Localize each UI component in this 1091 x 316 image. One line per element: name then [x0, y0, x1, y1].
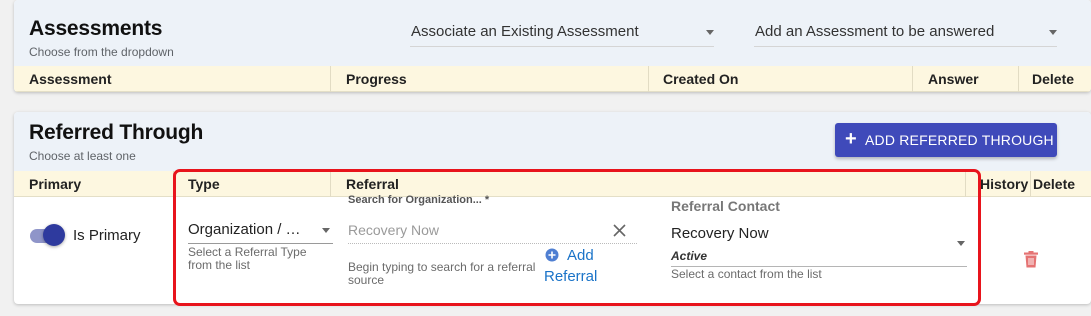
search-organization-label: Search for Organization... *	[348, 194, 490, 206]
toggle-knob	[43, 224, 65, 246]
column-divider	[912, 66, 913, 92]
assessments-subtitle: Choose from the dropdown	[29, 45, 174, 59]
search-underline	[348, 243, 637, 244]
assessments-card: Assessments Choose from the dropdown Ass…	[14, 0, 1091, 92]
column-divider	[330, 171, 331, 197]
organization-search-helper: Begin typing to search for a referral so…	[348, 260, 536, 287]
plus-icon: +	[845, 128, 857, 150]
referred-table-header: Primary Type Referral History Delete	[14, 171, 1091, 197]
column-divider	[1030, 171, 1031, 197]
referral-contact-value: Recovery Now	[671, 225, 769, 242]
col-delete: Delete	[1032, 71, 1075, 87]
referred-through-header: Referred Through Choose at least one + A…	[14, 112, 1091, 172]
add-circle-icon	[545, 248, 559, 262]
is-primary-label: Is Primary	[73, 227, 141, 244]
add-assessment-select[interactable]: Add an Assessment to be answered	[754, 17, 1057, 47]
assessments-table-header: Assessment Progress Created On Answer De…	[14, 66, 1091, 92]
chevron-down-icon	[706, 30, 714, 35]
col-delete: Delete	[1033, 176, 1076, 192]
col-type: Type	[188, 176, 220, 192]
chevron-down-icon	[322, 228, 330, 233]
col-primary: Primary	[29, 176, 82, 192]
column-divider	[965, 171, 966, 197]
referred-through-title: Referred Through	[29, 121, 204, 144]
add-referral-label-1: Add	[567, 247, 594, 264]
organization-search-value: Recovery Now	[348, 222, 440, 238]
add-referral-label-2: Referral	[544, 268, 598, 285]
column-divider	[648, 66, 649, 92]
referral-type-value: Organization / …	[188, 221, 301, 238]
add-referred-through-label: ADD REFERRED THROUGH	[865, 132, 1054, 148]
column-divider	[1018, 66, 1019, 92]
add-assessment-value: Add an Assessment to be answered	[755, 23, 995, 40]
associate-assessment-select[interactable]: Associate an Existing Assessment	[410, 17, 714, 47]
referral-contact-status: Active	[671, 249, 708, 263]
referred-through-subtitle: Choose at least one	[29, 149, 136, 163]
associate-assessment-value: Associate an Existing Assessment	[411, 23, 639, 40]
referral-contact-label: Referral Contact	[671, 198, 780, 214]
assessments-header: Assessments Choose from the dropdown Ass…	[14, 0, 1091, 66]
col-created-on: Created On	[663, 71, 739, 87]
chevron-down-icon	[957, 241, 965, 246]
col-assessment: Assessment	[29, 71, 112, 87]
col-answer: Answer	[928, 71, 979, 87]
close-icon[interactable]	[613, 224, 626, 237]
referral-type-helper: Select a Referral Type from the list	[188, 245, 307, 272]
chevron-down-icon	[1049, 30, 1057, 35]
add-referred-through-button[interactable]: + ADD REFERRED THROUGH	[835, 123, 1057, 157]
type-underline	[188, 243, 333, 244]
column-divider	[173, 171, 174, 197]
trash-icon[interactable]	[1024, 251, 1038, 268]
column-divider	[330, 66, 331, 92]
referral-contact-helper: Select a contact from the list	[671, 267, 822, 281]
col-history: History	[980, 176, 1029, 192]
col-progress: Progress	[346, 71, 407, 87]
assessments-title: Assessments	[29, 17, 163, 40]
